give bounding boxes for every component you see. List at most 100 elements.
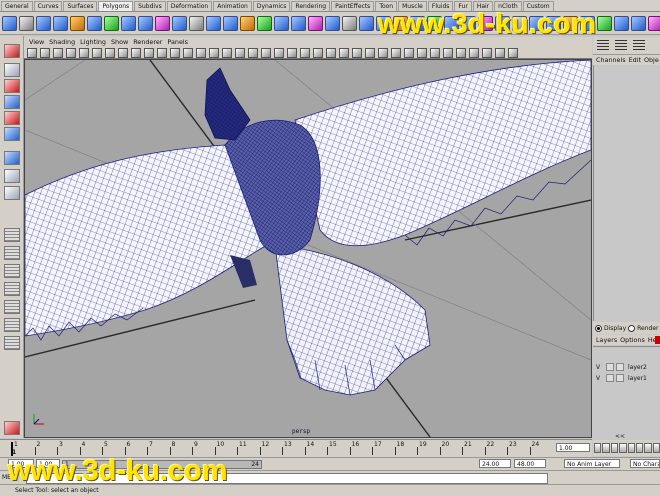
panel-toolbar-icon[interactable] [53, 47, 63, 58]
shelf-tool-icon[interactable] [240, 15, 255, 31]
panel-toolbar-icon[interactable] [339, 47, 349, 58]
shelf-tool-icon[interactable] [308, 15, 323, 31]
shelf-tool-icon[interactable] [342, 15, 357, 31]
panel-toolbar-icon[interactable] [508, 47, 518, 58]
panel-toolbar-icon[interactable] [274, 47, 284, 58]
panel-toolbar-icon[interactable] [209, 47, 219, 58]
shelf-tab-rendering[interactable]: Rendering [291, 1, 331, 11]
panel-toolbar-icon[interactable] [456, 47, 466, 58]
panel-toolbar-icon[interactable] [417, 47, 427, 58]
step-forward-icon[interactable] [644, 443, 652, 453]
panel-toolbar-icon[interactable] [313, 47, 323, 58]
panel-toolbar-icon[interactable] [391, 47, 401, 58]
layer-row[interactable]: V layer1 [593, 373, 660, 383]
render-layer-radio[interactable] [628, 324, 636, 332]
panel-toolbar-icon[interactable] [131, 47, 141, 58]
shelf-tool-icon[interactable] [631, 15, 646, 31]
panel-toolbar-icon[interactable] [183, 47, 193, 58]
single-perspective-layout-icon[interactable] [4, 186, 20, 200]
shelf-tool-icon[interactable] [138, 15, 153, 31]
panel-toolbar-icon[interactable] [27, 47, 37, 58]
shelf-tool-icon[interactable] [206, 15, 221, 31]
panel-toolbar-icon[interactable] [79, 47, 89, 58]
panel-toolbar-icon[interactable] [40, 47, 50, 58]
channel-box-menu-edit[interactable]: Edit [629, 56, 641, 64]
attribute-editor-toggle-icon[interactable] [633, 40, 645, 50]
panel-toolbar-icon[interactable] [404, 47, 414, 58]
panel-toolbar-icon[interactable] [118, 47, 128, 58]
new-layer-icon[interactable] [655, 336, 660, 344]
layer-scroll-arrows[interactable]: << [615, 433, 635, 440]
channel-box-toggle-icon[interactable] [597, 40, 609, 50]
panel-toolbar-icon[interactable] [66, 47, 76, 58]
panel-toolbar-icon[interactable] [443, 47, 453, 58]
perspective-viewport[interactable] [24, 59, 592, 438]
shelf-tool-icon[interactable] [19, 15, 34, 31]
outliner-layout-icon[interactable] [4, 336, 20, 350]
layer-template-toggle[interactable] [606, 363, 614, 371]
panel-toolbar-icon[interactable] [378, 47, 388, 58]
panel-menu-renderer[interactable]: Renderer [133, 38, 162, 46]
shelf-tab-painteffects[interactable]: PaintEffects [331, 1, 375, 11]
panel-toolbar-icon[interactable] [469, 47, 479, 58]
shelf-tab-polygons[interactable]: Polygons [98, 1, 134, 11]
panel-toolbar-icon[interactable] [365, 47, 375, 58]
shelf-tab-deformation[interactable]: Deformation [166, 1, 213, 11]
layer-menu-layers[interactable]: Layers [596, 336, 617, 344]
persp-graph-hypershade-layout-icon[interactable] [4, 300, 20, 314]
shelf-tool-icon[interactable] [2, 15, 17, 31]
shelf-tool-icon[interactable] [155, 15, 170, 31]
panel-toolbar-icon[interactable] [430, 47, 440, 58]
step-forward-key-icon[interactable] [635, 443, 644, 453]
panel-toolbar-icon[interactable] [196, 47, 206, 58]
shelf-tool-icon[interactable] [104, 15, 119, 31]
persp-graph-layout-icon[interactable] [4, 264, 20, 278]
anim-layer-dropdown[interactable]: No Anim Layer [564, 459, 620, 468]
shelf-tool-icon[interactable] [70, 15, 85, 31]
custom-layout-icon[interactable] [4, 318, 20, 332]
step-back-key-icon[interactable] [610, 443, 619, 453]
panel-toolbar-icon[interactable] [144, 47, 154, 58]
layer-visibility-toggle[interactable]: V [596, 375, 604, 382]
layer-editor-toggle-icon[interactable] [615, 40, 627, 50]
panel-toolbar-icon[interactable] [352, 47, 362, 58]
playback-end-field[interactable]: 24.00 [479, 459, 511, 468]
layer-color-swatch[interactable] [616, 363, 624, 371]
layer-color-swatch[interactable] [616, 374, 624, 382]
shelf-tab-animation[interactable]: Animation [213, 1, 252, 11]
layer-menu-options[interactable]: Options [620, 336, 645, 344]
persp-outliner-layout-icon[interactable] [4, 246, 20, 260]
shelf-tool-icon[interactable] [36, 15, 51, 31]
shelf-tool-icon[interactable] [648, 15, 660, 31]
layer-visibility-toggle[interactable]: V [596, 364, 604, 371]
shelf-tool-icon[interactable] [172, 15, 187, 31]
panel-toolbar-icon[interactable] [326, 47, 336, 58]
step-back-icon[interactable] [602, 443, 610, 453]
shelf-tool-icon[interactable] [359, 15, 374, 31]
play-backwards-icon[interactable] [619, 443, 627, 453]
last-tool-icon[interactable] [4, 169, 20, 183]
channel-box-menu-object[interactable]: Obje [644, 56, 659, 64]
paint-select-tool-icon[interactable] [4, 79, 20, 93]
shelf-tool-icon[interactable] [291, 15, 306, 31]
panel-toolbar-icon[interactable] [92, 47, 102, 58]
current-frame-field[interactable]: 1.00 [556, 443, 590, 452]
four-view-layout-icon[interactable] [4, 228, 20, 242]
shelf-tool-icon[interactable] [614, 15, 629, 31]
panel-toolbar-icon[interactable] [482, 47, 492, 58]
end-time-field[interactable]: 48.00 [514, 459, 546, 468]
panel-menu-view[interactable]: View [29, 38, 44, 46]
shelf-tab-surfaces[interactable]: Surfaces [63, 1, 98, 11]
shelf-tab-curves[interactable]: Curves [33, 1, 63, 11]
panel-menu-panels[interactable]: Panels [167, 38, 188, 46]
panel-menu-lighting[interactable]: Lighting [80, 38, 106, 46]
play-forwards-icon[interactable] [627, 443, 635, 453]
shelf-tool-icon[interactable] [274, 15, 289, 31]
panel-toolbar-icon[interactable] [495, 47, 505, 58]
manipulator-tool-icon[interactable] [4, 151, 20, 165]
panel-menu-show[interactable]: Show [111, 38, 128, 46]
hypershade-layout-icon[interactable] [4, 282, 20, 296]
panel-toolbar-icon[interactable] [105, 47, 115, 58]
panel-toolbar-icon[interactable] [300, 47, 310, 58]
shelf-tab-dynamics[interactable]: Dynamics [252, 1, 291, 11]
